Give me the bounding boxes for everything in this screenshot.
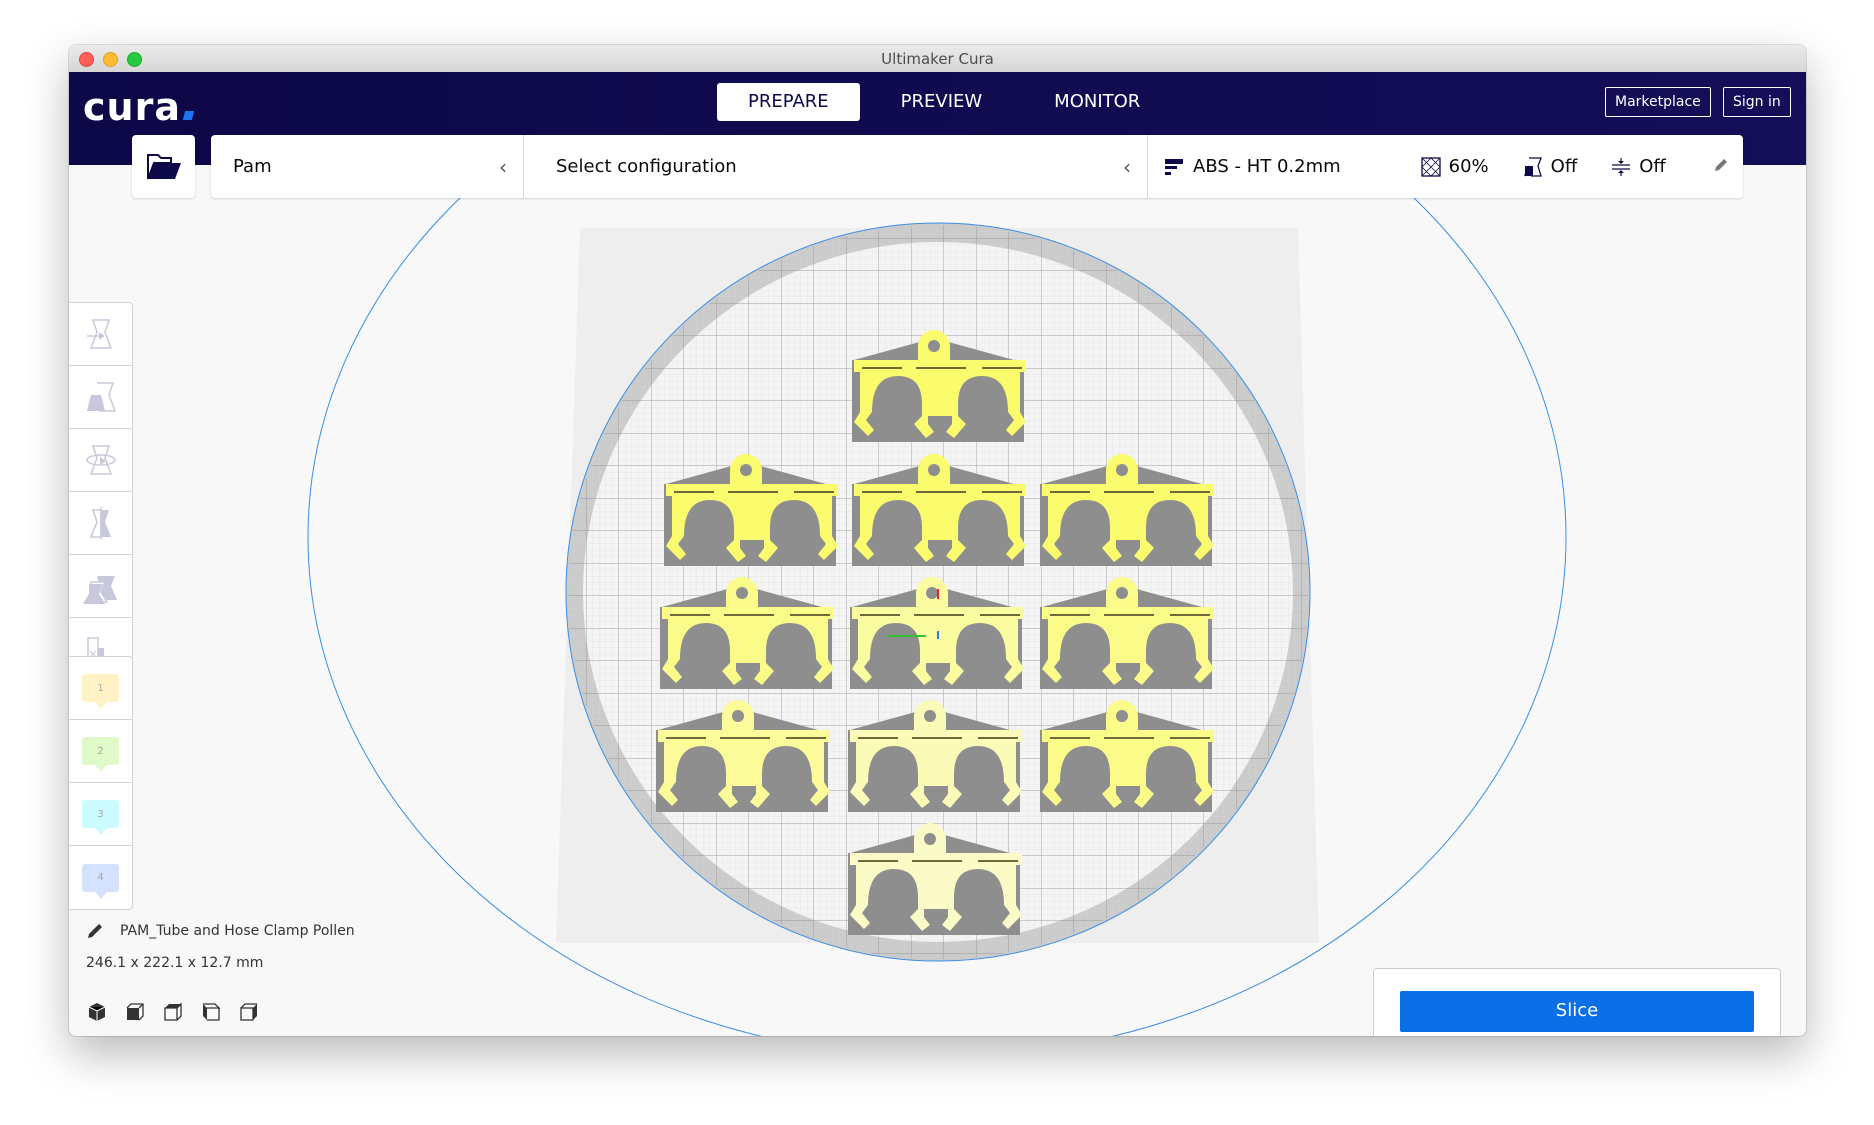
move-icon xyxy=(86,319,112,349)
tool-mirror[interactable] xyxy=(69,492,132,555)
profile-icon xyxy=(1165,158,1183,175)
per-model-settings-icon xyxy=(82,576,117,604)
support-setting: Off xyxy=(1523,156,1578,177)
marketplace-button[interactable]: Marketplace xyxy=(1605,87,1711,117)
adhesion-value: Off xyxy=(1639,156,1666,177)
tool-scale[interactable] xyxy=(69,366,132,429)
configuration-selector[interactable]: Select configuration ‹ xyxy=(524,135,1148,198)
open-file-button[interactable] xyxy=(132,135,195,198)
extruder-3-label: 3 xyxy=(97,808,104,820)
action-panel: Slice xyxy=(1373,968,1781,1036)
folder-open-icon xyxy=(146,153,181,179)
extruder-4-icon: 4 xyxy=(82,863,119,899)
infill-setting: 60% xyxy=(1421,156,1489,177)
top-view-icon xyxy=(164,1002,182,1021)
tab-preview[interactable]: PREVIEW xyxy=(870,83,1014,121)
stage-tabs: PREPARE PREVIEW MONITOR xyxy=(717,83,1181,121)
scale-icon xyxy=(86,382,116,412)
extruder-4-label: 4 xyxy=(97,872,104,883)
slice-button[interactable]: Slice xyxy=(1400,991,1754,1032)
extruder-3-icon: 3 xyxy=(82,800,119,835)
support-icon xyxy=(1523,156,1542,177)
chevron-left-icon: ‹ xyxy=(1123,155,1131,179)
tool-per-model-settings[interactable] xyxy=(69,555,132,618)
profile-label: ABS - HT 0.2mm xyxy=(1193,156,1341,177)
cura-logo: cura xyxy=(83,85,195,129)
left-view-button[interactable] xyxy=(200,1001,222,1023)
adhesion-setting: Off xyxy=(1611,156,1666,177)
tab-prepare[interactable]: PREPARE xyxy=(717,83,860,121)
front-view-button[interactable] xyxy=(124,1001,146,1023)
left-view-icon xyxy=(203,1003,221,1021)
3d-view-button[interactable] xyxy=(86,1001,108,1023)
extruder-2-icon: 2 xyxy=(82,737,119,772)
pencil-icon[interactable] xyxy=(86,922,104,940)
infill-value: 60% xyxy=(1448,156,1489,177)
support-value: Off xyxy=(1550,156,1578,177)
title-bar: Ultimaker Cura xyxy=(69,45,1806,73)
extruder-1-icon: 1 xyxy=(82,674,119,709)
3d-viewport[interactable]: 1 2 3 4 PAM_Tube and Hose Clamp Pollen 2… xyxy=(69,165,1806,1036)
object-name: PAM_Tube and Hose Clamp Pollen xyxy=(120,923,355,939)
object-info: PAM_Tube and Hose Clamp Pollen 246.1 x 2… xyxy=(86,922,355,971)
window-title: Ultimaker Cura xyxy=(881,50,994,68)
print-settings-selector[interactable]: ABS - HT 0.2mm 60% Off Off xyxy=(1148,135,1743,198)
logo-dot xyxy=(182,111,195,120)
object-dimensions: 246.1 x 222.1 x 12.7 mm xyxy=(86,955,264,971)
cura-window: Ultimaker Cura 1 2 3 4 PAM_Tube and Hose… xyxy=(69,45,1806,1036)
pencil-icon xyxy=(1715,159,1727,171)
printer-name: Pam xyxy=(233,156,272,177)
edit-settings-button[interactable] xyxy=(1713,157,1729,178)
extruder-panel: 1 2 3 4 xyxy=(69,656,133,910)
infill-icon xyxy=(1421,156,1441,177)
sign-in-button[interactable]: Sign in xyxy=(1723,87,1791,117)
tab-monitor[interactable]: MONITOR xyxy=(1023,83,1171,121)
3d-view-icon xyxy=(88,1003,106,1021)
extruder-4-button[interactable]: 4 xyxy=(69,846,132,909)
right-view-icon xyxy=(240,1003,257,1021)
extruder-2-button[interactable]: 2 xyxy=(69,720,132,783)
extruder-1-button[interactable]: 1 xyxy=(69,657,132,720)
configuration-label: Select configuration xyxy=(556,156,737,177)
profile-setting: ABS - HT 0.2mm xyxy=(1165,156,1341,177)
extruder-2-label: 2 xyxy=(97,745,104,757)
extruder-1-label: 1 xyxy=(97,682,104,694)
tool-move[interactable] xyxy=(69,303,132,366)
machine-selector-bar: Pam ‹ Select configuration ‹ ABS - HT 0.… xyxy=(211,135,1743,198)
printer-selector[interactable]: Pam ‹ xyxy=(211,135,524,198)
right-view-button[interactable] xyxy=(238,1001,260,1023)
chevron-left-icon: ‹ xyxy=(499,155,507,179)
mirror-icon xyxy=(89,507,111,539)
build-scene[interactable] xyxy=(69,165,1806,1036)
tool-rotate[interactable] xyxy=(69,429,132,492)
logo-text: cura xyxy=(83,85,181,129)
extruder-3-button[interactable]: 3 xyxy=(69,783,132,846)
top-view-button[interactable] xyxy=(162,1001,184,1023)
adhesion-icon xyxy=(1612,157,1631,176)
rotate-icon xyxy=(85,445,116,475)
tool-panel xyxy=(69,302,133,682)
view-orientation-controls xyxy=(86,1001,276,1023)
front-view-icon xyxy=(126,1003,144,1021)
